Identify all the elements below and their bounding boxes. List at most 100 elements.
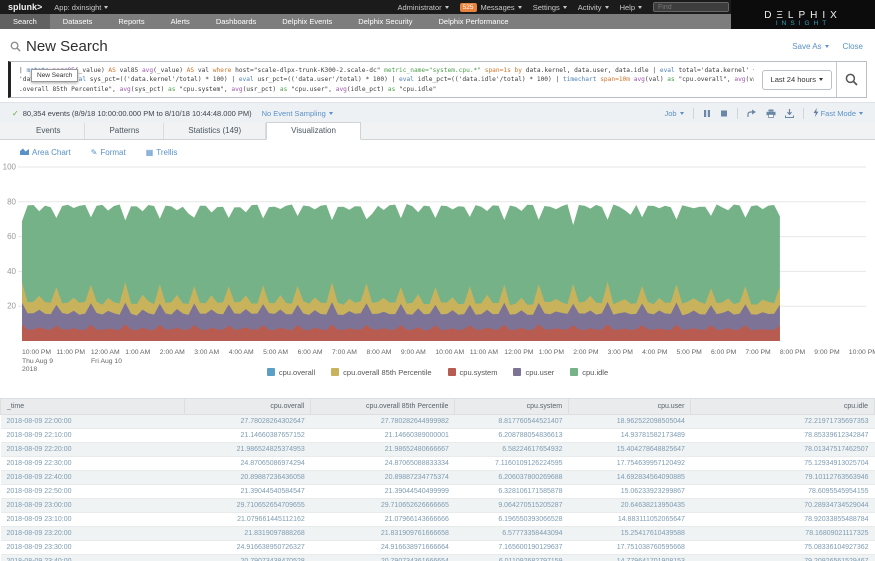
value-cell[interactable]: 21.831909761666658	[311, 527, 455, 541]
value-cell[interactable]: 21.07966143666666	[311, 513, 455, 527]
nav-item-delphix-performance[interactable]: Delphix Performance	[426, 14, 522, 29]
app-menu[interactable]: App: dxinsight	[54, 3, 108, 12]
value-cell[interactable]: 20.790734361666654	[311, 555, 455, 561]
tab-events[interactable]: Events	[12, 123, 85, 139]
value-cell[interactable]: 27.78028264302647	[184, 415, 311, 429]
value-cell[interactable]: 14.779641701908153	[569, 555, 691, 561]
find-input[interactable]	[653, 2, 729, 12]
save-as-button[interactable]: Save As	[792, 42, 828, 51]
value-cell[interactable]: 78.6095545954155	[691, 485, 875, 499]
nav-item-dashboards[interactable]: Dashboards	[203, 14, 269, 29]
user-menu[interactable]: Administrator	[397, 3, 448, 12]
nav-item-alerts[interactable]: Alerts	[158, 14, 203, 29]
time-cell[interactable]: 2018-08-09 22:10:00	[1, 429, 185, 443]
value-cell[interactable]: 21.39044540584547	[184, 485, 311, 499]
stop-job-icon[interactable]	[720, 109, 728, 118]
value-cell[interactable]: 17.754639957120492	[569, 457, 691, 471]
pause-job-icon[interactable]	[703, 109, 711, 118]
value-cell[interactable]: 24.87065086974294	[184, 457, 311, 471]
value-cell[interactable]: 15.404278648825647	[569, 443, 691, 457]
share-icon[interactable]	[747, 109, 757, 118]
tab-visualization[interactable]: Visualization	[266, 122, 361, 140]
column-header[interactable]: cpu.system	[455, 399, 569, 415]
search-mode-selector[interactable]: Fast Mode	[813, 108, 863, 118]
value-cell[interactable]: 21.98652480666667	[311, 443, 455, 457]
nav-item-datasets[interactable]: Datasets	[50, 14, 106, 29]
value-cell[interactable]: 14.883111052065647	[569, 513, 691, 527]
value-cell[interactable]: 21.14660389000001	[311, 429, 455, 443]
value-cell[interactable]: 78.16809021117325	[691, 527, 875, 541]
value-cell[interactable]: 29.710652654709655	[184, 499, 311, 513]
time-cell[interactable]: 2018-08-09 23:30:00	[1, 541, 185, 555]
value-cell[interactable]: 78.92033855488784	[691, 513, 875, 527]
area-chart-canvas[interactable]: 20406080100	[0, 161, 875, 347]
value-cell[interactable]: 20.89887236436058	[184, 471, 311, 485]
value-cell[interactable]: 6.011092682797159	[455, 555, 569, 561]
value-cell[interactable]: 21.39044540499999	[311, 485, 455, 499]
legend-item[interactable]: cpu.user	[513, 368, 554, 377]
legend-item[interactable]: cpu.overall 85th Percentile	[331, 368, 431, 377]
value-cell[interactable]: 29.710652626666665	[311, 499, 455, 513]
nav-item-reports[interactable]: Reports	[105, 14, 157, 29]
value-cell[interactable]: 75.08336104927362	[691, 541, 875, 555]
settings-menu[interactable]: Settings	[533, 3, 567, 12]
activity-menu[interactable]: Activity	[578, 3, 609, 12]
value-cell[interactable]: 24.916638950726327	[184, 541, 311, 555]
chart-type-picker[interactable]: Area Chart	[20, 147, 71, 157]
value-cell[interactable]: 21.986524825374953	[184, 443, 311, 457]
value-cell[interactable]: 24.916638971666664	[311, 541, 455, 555]
format-button[interactable]: ✎Format	[91, 148, 126, 157]
value-cell[interactable]: 79.10112763563946	[691, 471, 875, 485]
time-cell[interactable]: 2018-08-09 22:20:00	[1, 443, 185, 457]
value-cell[interactable]: 6.196550393066528	[455, 513, 569, 527]
value-cell[interactable]: 21.14660387657152	[184, 429, 311, 443]
value-cell[interactable]: 15.06233923299867	[569, 485, 691, 499]
help-menu[interactable]: Help	[620, 3, 642, 12]
print-icon[interactable]	[766, 109, 776, 118]
value-cell[interactable]: 6.58224617654932	[455, 443, 569, 457]
nav-item-search[interactable]: Search	[0, 14, 50, 29]
tab-patterns[interactable]: Patterns	[85, 123, 164, 139]
value-cell[interactable]: 6.57773358443094	[455, 527, 569, 541]
time-cell[interactable]: 2018-08-09 23:20:00	[1, 527, 185, 541]
value-cell[interactable]: 18.962522098505044	[569, 415, 691, 429]
value-cell[interactable]: 75.12934913025704	[691, 457, 875, 471]
value-cell[interactable]: 20.64638213950435	[569, 499, 691, 513]
value-cell[interactable]: 78.85339612342847	[691, 429, 875, 443]
export-icon[interactable]	[785, 109, 794, 118]
column-header[interactable]: _time	[1, 399, 185, 415]
value-cell[interactable]: 72.21971735697353	[691, 415, 875, 429]
value-cell[interactable]: 21.079661445112162	[184, 513, 311, 527]
value-cell[interactable]: 27.780282644999982	[311, 415, 455, 429]
close-button[interactable]: Close	[843, 42, 863, 51]
value-cell[interactable]: 9.064270515205287	[455, 499, 569, 513]
time-cell[interactable]: 2018-08-09 23:40:00	[1, 555, 185, 561]
legend-item[interactable]: cpu.overall	[267, 368, 315, 377]
value-cell[interactable]: 7.1160109126224595	[455, 457, 569, 471]
event-sampling-menu[interactable]: No Event Sampling	[262, 109, 333, 118]
tab-statistics[interactable]: Statistics (149)	[164, 123, 266, 139]
time-range-picker[interactable]: Last 24 hours	[762, 70, 832, 90]
column-header[interactable]: cpu.overall 85th Percentile	[311, 399, 455, 415]
value-cell[interactable]: 6.328106171585878	[455, 485, 569, 499]
value-cell[interactable]: 8.817760544521407	[455, 415, 569, 429]
value-cell[interactable]: 20.89887234775374	[311, 471, 455, 485]
legend-item[interactable]: cpu.system	[448, 368, 498, 377]
column-header[interactable]: cpu.user	[569, 399, 691, 415]
column-header[interactable]: cpu.idle	[691, 399, 875, 415]
value-cell[interactable]: 17.751038760595668	[569, 541, 691, 555]
column-header[interactable]: cpu.overall	[184, 399, 311, 415]
value-cell[interactable]: 15.25417610439588	[569, 527, 691, 541]
nav-item-delphix-security[interactable]: Delphix Security	[345, 14, 425, 29]
time-cell[interactable]: 2018-08-09 22:30:00	[1, 457, 185, 471]
value-cell[interactable]: 14.692834564090885	[569, 471, 691, 485]
value-cell[interactable]: 6.206037800269688	[455, 471, 569, 485]
value-cell[interactable]: 78.01347517462507	[691, 443, 875, 457]
splunk-logo[interactable]: splunk>	[8, 2, 42, 12]
legend-item[interactable]: cpu.idle	[570, 368, 608, 377]
time-cell[interactable]: 2018-08-09 22:40:00	[1, 471, 185, 485]
time-cell[interactable]: 2018-08-09 23:10:00	[1, 513, 185, 527]
value-cell[interactable]: 21.8319097888268	[184, 527, 311, 541]
time-cell[interactable]: 2018-08-09 22:50:00	[1, 485, 185, 499]
trellis-button[interactable]: ▦Trellis	[146, 148, 178, 157]
